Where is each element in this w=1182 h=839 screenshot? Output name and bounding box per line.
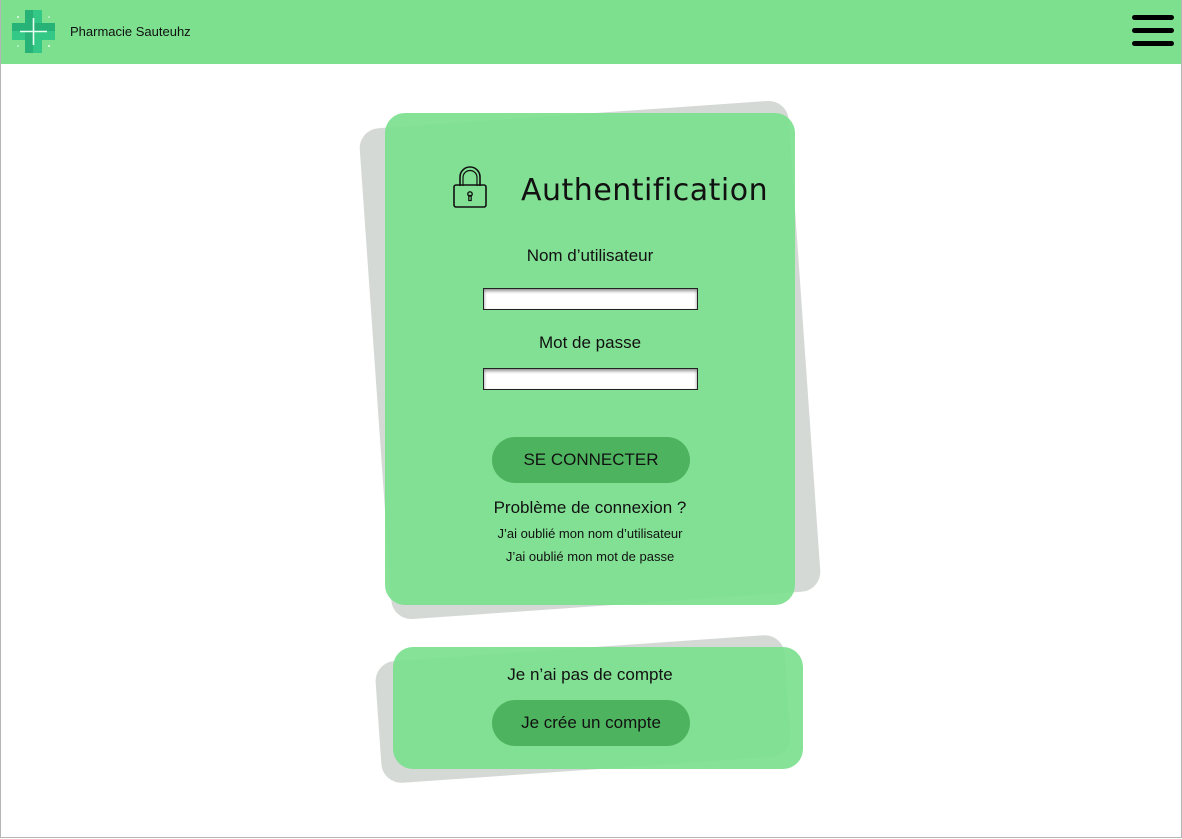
hamburger-menu-icon[interactable] <box>1130 13 1176 49</box>
forgot-password-link[interactable]: J’ai oublié mon mot de passe <box>440 549 740 564</box>
forgot-username-link[interactable]: J’ai oublié mon nom d’utilisateur <box>440 526 740 541</box>
pharmacy-cross-icon[interactable] <box>12 10 55 53</box>
no-account-text: Je n’ai pas de compte <box>507 665 673 684</box>
login-button[interactable]: SE CONNECTER <box>492 437 690 483</box>
lock-icon <box>453 166 487 208</box>
password-label: Mot de passe <box>538 333 642 352</box>
login-problem-heading: Problème de connexion ? <box>493 498 687 517</box>
username-input[interactable] <box>483 288 698 310</box>
password-input[interactable] <box>483 368 698 390</box>
username-label: Nom d’utilisateur <box>526 246 654 265</box>
create-account-button[interactable]: Je crée un compte <box>492 700 690 746</box>
brand-name: Pharmacie Sauteuhz <box>70 24 191 39</box>
top-bar: Pharmacie Sauteuhz <box>0 0 1182 64</box>
page-title: Authentification <box>521 173 769 208</box>
